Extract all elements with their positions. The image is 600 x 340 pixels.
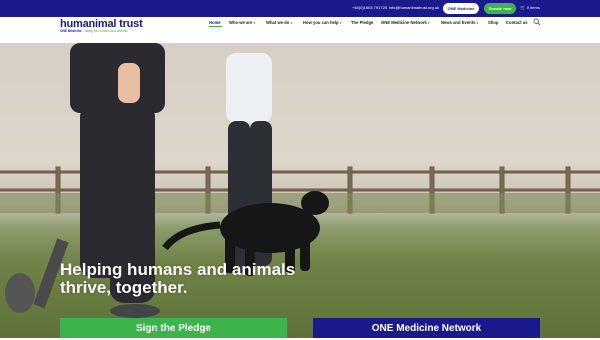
nav-item-home[interactable]: Home: [209, 20, 221, 25]
nav-label-contact-us: Contact us: [506, 20, 528, 25]
site-logo[interactable]: humanimal trust ONE Medicine - caring fo…: [60, 18, 143, 33]
email-link[interactable]: info@humanimaltrust.org.uk: [389, 5, 439, 10]
one-medicine-button[interactable]: ONE Medicine: [443, 3, 479, 14]
nav-label-the-pledge: The Pledge: [351, 20, 374, 25]
chevron-down-icon: ▾: [253, 21, 256, 25]
top-utility-bar: +44(0)1603 791725 info@humanimaltrust.or…: [0, 0, 600, 17]
main-navbar: humanimal trust ONE Medicine - caring fo…: [0, 17, 600, 43]
hero-banner: Helping humans and animals thrive, toget…: [0, 43, 600, 338]
phone-link[interactable]: +44(0)1603 791725: [352, 5, 387, 10]
nav-label-shop: Shop: [488, 20, 499, 25]
logo-tagline-strong: ONE Medicine: [60, 29, 82, 33]
nav-active-underline: [209, 26, 222, 27]
cart-label: 0 Items: [526, 5, 540, 10]
chevron-down-icon: ▾: [476, 21, 479, 25]
chevron-down-icon: ▾: [339, 21, 342, 25]
donate-button[interactable]: Donate now: [484, 3, 516, 14]
search-icon[interactable]: [533, 18, 541, 26]
nav-label-home: Home: [209, 20, 221, 25]
one-medicine-network-button[interactable]: ONE Medicine Network: [313, 318, 540, 338]
chevron-down-icon: ▾: [428, 21, 430, 25]
nav-item-news-and-events[interactable]: News and Events ▾: [441, 20, 478, 25]
nav-label-what-we-do: What we do: [266, 20, 290, 25]
nav-item-how-you-can-help[interactable]: How you can help ▾: [303, 20, 341, 25]
nav-item-the-pledge[interactable]: The Pledge: [351, 20, 373, 25]
hero-headline-line2: thrive, together.: [60, 278, 188, 297]
cart-link[interactable]: 🛒 0 Items: [520, 5, 540, 11]
nav-item-one-medicine-network[interactable]: ONE Medicine Network ▾: [381, 20, 430, 25]
nav-item-shop[interactable]: Shop: [488, 20, 498, 25]
sign-the-pledge-button[interactable]: Sign the Pledge: [60, 318, 287, 338]
nav-label-news-and-events: News and Events: [441, 20, 476, 25]
cart-icon: 🛒: [520, 5, 526, 10]
nav-label-who-we-are: Who we are: [229, 20, 253, 25]
hero-headline-line1: Helping humans and animals: [60, 260, 296, 279]
nav-label-how-you-can-help: How you can help: [303, 20, 339, 25]
hero-headline: Helping humans and animals thrive, toget…: [60, 261, 295, 297]
nav-label-one-medicine-network: ONE Medicine Network: [381, 20, 427, 25]
nav-item-contact-us[interactable]: Contact us: [506, 20, 528, 25]
chevron-down-icon: ▾: [290, 21, 293, 25]
nav-item-what-we-do[interactable]: What we do ▾: [266, 20, 292, 25]
logo-tagline-rest: - caring for humans and animals: [81, 29, 128, 33]
nav-item-who-we-are[interactable]: Who we are ▾: [229, 20, 255, 25]
